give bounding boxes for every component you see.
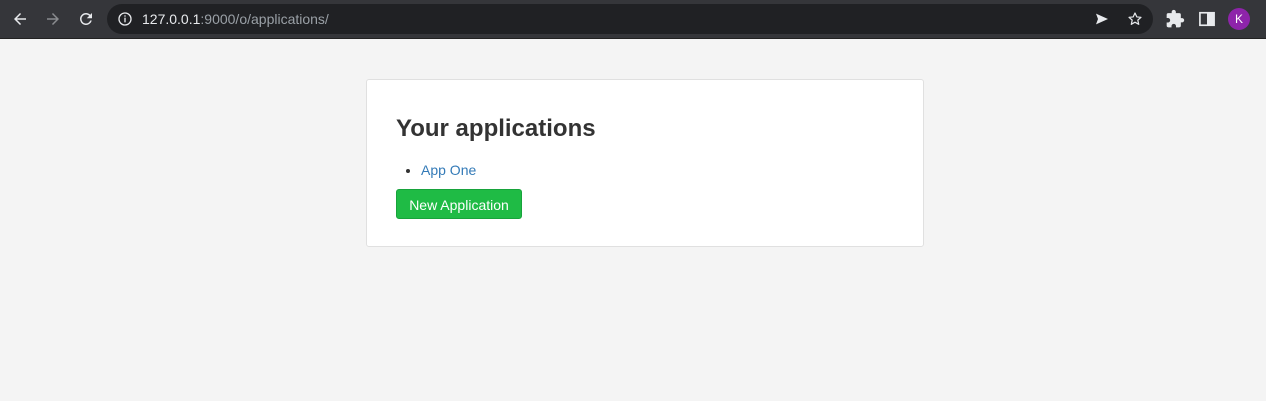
new-application-button[interactable]: New Application (396, 189, 522, 219)
star-icon[interactable] (1127, 11, 1143, 27)
url-path: :9000/o/applications/ (200, 11, 329, 27)
browser-toolbar: 127.0.0.1:9000/o/applications/ K (0, 0, 1266, 39)
list-item: App One (421, 160, 476, 180)
forward-button[interactable] (41, 7, 65, 31)
address-bar[interactable]: 127.0.0.1:9000/o/applications/ (107, 4, 1153, 34)
applications-card: Your applications App One New Applicatio… (366, 79, 924, 247)
url-host: 127.0.0.1 (142, 11, 201, 27)
forward-icon (47, 13, 59, 25)
back-button[interactable] (8, 7, 32, 31)
back-icon (14, 13, 26, 25)
reload-button[interactable] (74, 7, 98, 31)
info-icon[interactable] (117, 11, 133, 27)
url-text[interactable]: 127.0.0.1:9000/o/applications/ (142, 11, 329, 27)
reload-icon (79, 12, 92, 25)
application-link-app-one[interactable]: App One (421, 162, 476, 178)
page-title: Your applications (396, 115, 596, 142)
profile-avatar[interactable]: K (1228, 8, 1250, 30)
send-icon[interactable] (1094, 11, 1110, 27)
side-panel-icon[interactable] (1197, 9, 1217, 29)
application-list: App One (405, 160, 476, 180)
extensions-icon[interactable] (1165, 9, 1185, 29)
